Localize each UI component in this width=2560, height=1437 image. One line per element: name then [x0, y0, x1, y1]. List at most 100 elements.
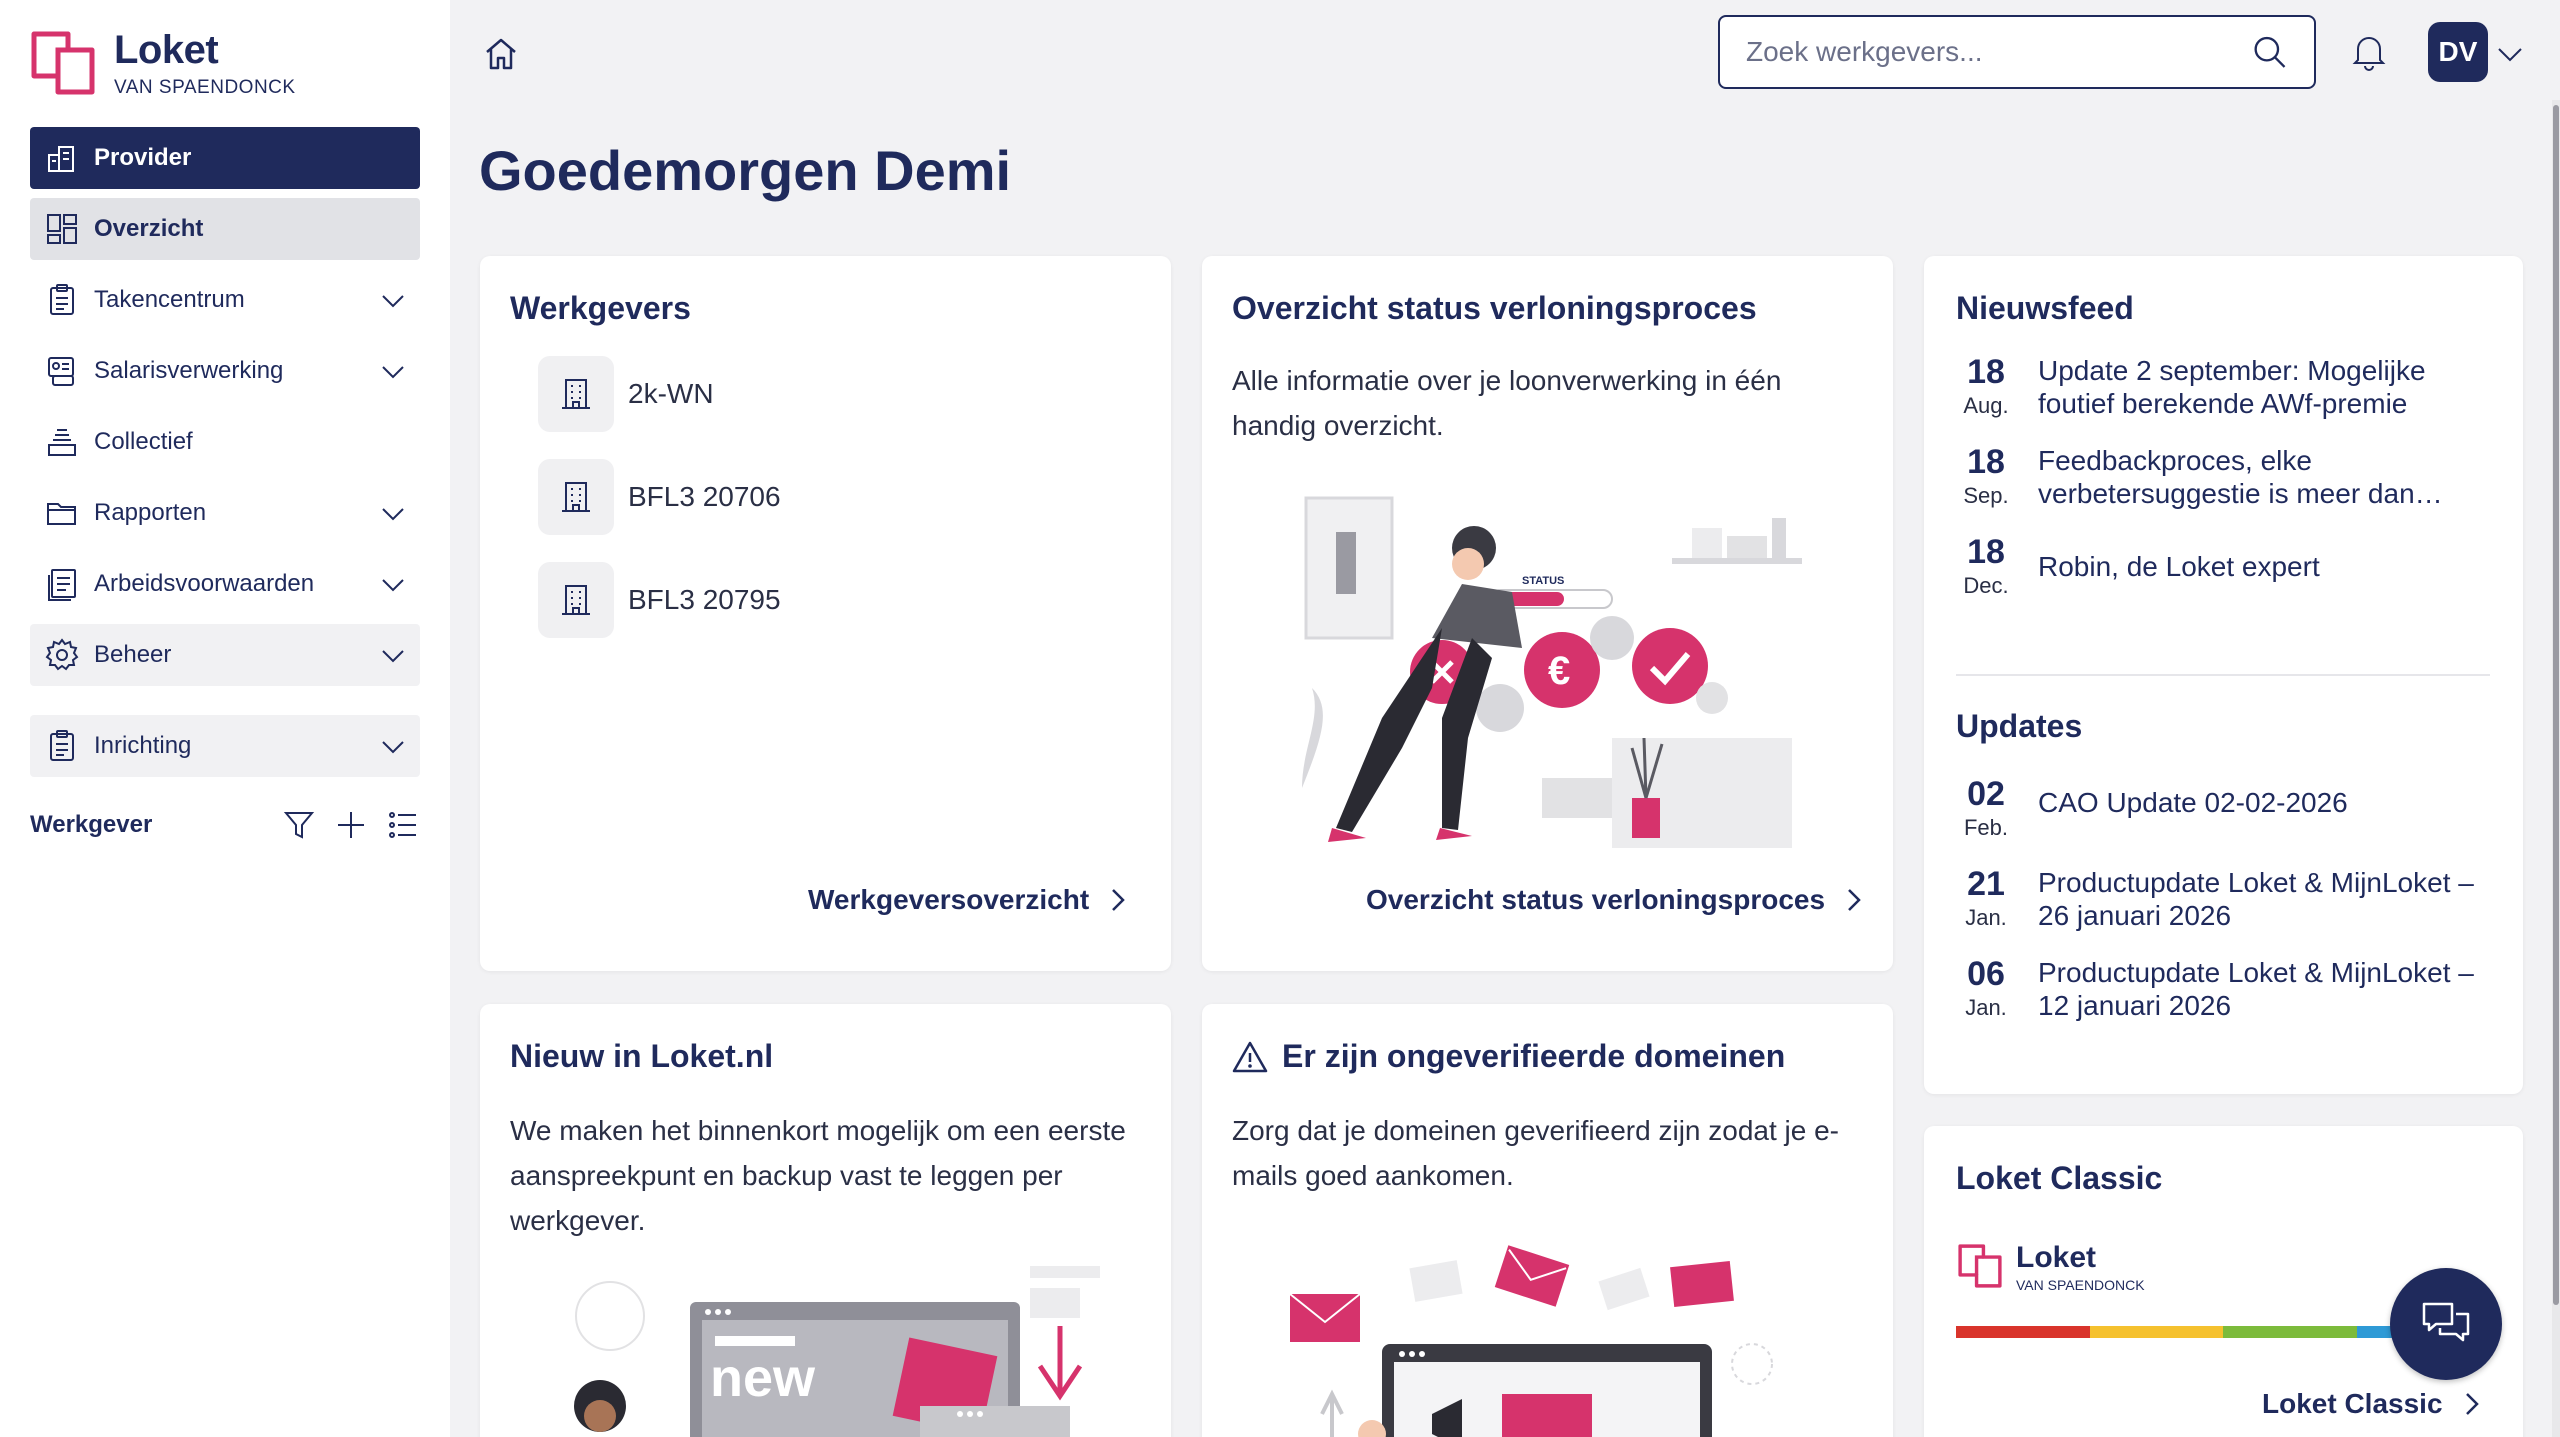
sidebar-item-label: Inrichting: [94, 732, 192, 759]
chevron-down-icon[interactable]: [2496, 40, 2524, 68]
nieuwsfeed-card: Nieuwsfeed 18 Aug. Update 2 september: Mo…: [1924, 256, 2523, 1094]
scrollbar-thumb[interactable]: [2553, 105, 2559, 1305]
sidebar-item-salarisverwerking[interactable]: Salarisverwerking: [30, 340, 420, 402]
nieuwsfeed-list: 18 Aug. Update 2 september: Mogelijke fou…: [1956, 354, 2496, 624]
section-title: Updates: [1956, 708, 2083, 744]
status-verloningsproces-link[interactable]: Overzicht status verloningsproces: [1366, 884, 1865, 916]
sidebar-item-label: Takencentrum: [94, 286, 245, 313]
werkgevers-card: Werkgevers 2k-WN BFL3 20706 BFL3 20795 W…: [480, 256, 1171, 971]
update-title: Productupdate Loket & MijnLoket – 12 jan…: [2038, 957, 2474, 1021]
card-title: Werkgevers: [510, 290, 691, 326]
chevron-down-icon[interactable]: [380, 572, 406, 598]
nav-divider: [30, 695, 420, 715]
brand-logo[interactable]: Loket VAN SPAENDONCK: [28, 28, 296, 100]
chevron-down-icon[interactable]: [380, 734, 406, 760]
update-day: 06: [1967, 955, 2005, 993]
werkgeversoverzicht-link[interactable]: Werkgeversoverzicht: [808, 884, 1129, 916]
sidebar-item-label: Beheer: [94, 641, 172, 668]
status-label: STATUS: [1522, 575, 1564, 587]
chevron-down-icon[interactable]: [380, 501, 406, 527]
stripe-red: [1956, 1326, 2090, 1338]
chevron-right-icon: [1848, 889, 1861, 911]
home-icon[interactable]: [481, 34, 521, 74]
page-title: Goedemorgen Demi: [479, 139, 1012, 202]
news-title: Feedbackproces, elke verbetersuggestie i…: [2038, 445, 2443, 509]
list-item[interactable]: 18 Aug. Update 2 september: Mogelijke fou…: [1956, 354, 2496, 422]
stripe-yellow: [2089, 1326, 2223, 1338]
link-label: Werkgeversoverzicht: [808, 884, 1090, 915]
bell-icon[interactable]: [2350, 32, 2388, 72]
card-title: Nieuw in Loket.nl: [510, 1038, 774, 1074]
sidebar-item-rapporten[interactable]: Rapporten: [30, 482, 420, 544]
sidebar-item-label: Provider: [94, 144, 192, 171]
update-title: CAO Update 02-02-2026: [2038, 787, 2348, 818]
list-item[interactable]: 18 Sep. Feedbackproces, elke verbetersugg…: [1956, 444, 2496, 512]
chevron-down-icon[interactable]: [380, 643, 406, 669]
werkgevers-list: 2k-WN BFL3 20706 BFL3 20795: [538, 356, 781, 665]
updates-list: 02 Feb. CAO Update 02-02-2026 21 Jan. Prod…: [1956, 776, 2496, 1046]
chevron-right-icon: [1112, 889, 1125, 911]
sidebar-item-collectief[interactable]: Collectief: [30, 411, 420, 473]
sidebar-item-label: Salarisverwerking: [94, 357, 284, 384]
office-building-icon: [538, 356, 614, 432]
chat-button[interactable]: [2390, 1268, 2502, 1380]
chevron-down-icon[interactable]: [380, 288, 406, 314]
sidebar-item-overzicht[interactable]: Overzicht: [30, 198, 420, 260]
user-avatar[interactable]: DV: [2428, 22, 2488, 82]
office-building-icon: [538, 459, 614, 535]
link-label: Loket Classic: [2262, 1388, 2443, 1419]
sidebar-item-provider[interactable]: Provider: [30, 127, 420, 189]
news-month: Sep.: [1963, 483, 2009, 508]
folder-icon: [44, 495, 80, 531]
search-icon[interactable]: [2251, 32, 2288, 72]
loket-logo-icon: [31, 31, 95, 95]
update-title: Productupdate Loket & MijnLoket – 26 jan…: [2038, 867, 2474, 931]
brand-title: Loket: [114, 28, 219, 72]
list-item[interactable]: 21 Jan. Productupdate Loket & MijnLoket –…: [1956, 866, 2496, 934]
list-item[interactable]: 2k-WN: [538, 356, 781, 432]
sidebar-item-inrichting[interactable]: Inrichting: [30, 715, 420, 777]
status-verloningsproces-card: Overzicht status verloningsproces Alle i…: [1202, 256, 1893, 971]
sidebar-item-label: Arbeidsvoorwaarden: [94, 570, 315, 597]
list-item[interactable]: 18 Dec. Robin, de Loket expert: [1956, 534, 2496, 602]
werkgever-name: BFL3 20706: [628, 481, 781, 512]
news-day: 18: [1967, 533, 2005, 571]
document-list-icon: [44, 566, 80, 602]
loket-classic-link[interactable]: Loket Classic: [2262, 1388, 2483, 1420]
chevron-down-icon[interactable]: [380, 359, 406, 385]
list-icon[interactable]: [386, 808, 420, 842]
werkgever-name: BFL3 20795: [628, 584, 781, 615]
search-input[interactable]: [1746, 36, 2251, 68]
list-item[interactable]: BFL3 20706: [538, 459, 781, 535]
chat-icon: [2422, 1302, 2470, 1342]
classic-logo-title: Loket: [2016, 1241, 2097, 1274]
warning-icon: [1232, 1041, 1268, 1072]
clipboard-icon: [44, 728, 80, 764]
nieuw-in-loket-card: Nieuw in Loket.nl We maken het binnenkor…: [480, 1004, 1171, 1437]
filter-icon[interactable]: [282, 808, 316, 842]
new-label: new: [710, 1348, 816, 1408]
list-item[interactable]: BFL3 20795: [538, 562, 781, 638]
classic-logo[interactable]: Loket VAN SPAENDONCK: [1956, 1242, 2145, 1294]
sidebar-item-beheer[interactable]: Beheer: [30, 624, 420, 686]
sidebar-item-arbeidsvoorwaarden[interactable]: Arbeidsvoorwaarden: [30, 553, 420, 615]
plus-icon[interactable]: [334, 808, 368, 842]
werkgever-label: Werkgever: [30, 811, 153, 838]
sidebar-item-takencentrum[interactable]: Takencentrum: [30, 269, 420, 331]
news-month: Aug.: [1963, 393, 2009, 418]
news-month: Dec.: [1963, 573, 2009, 598]
update-month: Feb.: [1963, 815, 2009, 840]
classic-logo-subtitle: VAN SPAENDONCK: [2016, 1277, 2145, 1293]
card-title: Er zijn ongeverifieerde domeinen: [1282, 1038, 1786, 1074]
sidebar: Loket VAN SPAENDONCK Provider Overzicht …: [0, 0, 450, 1437]
email-domain-illustration: [1289, 1245, 1773, 1437]
list-item[interactable]: 06 Jan. Productupdate Loket & MijnLoket –…: [1956, 956, 2496, 1024]
new-feature-illustration: new: [574, 1266, 1100, 1437]
werkgever-section-header: Werkgever: [30, 805, 420, 845]
update-day: 02: [1967, 775, 2005, 813]
list-item[interactable]: 02 Feb. CAO Update 02-02-2026: [1956, 776, 2496, 844]
search-box: [1718, 15, 2316, 89]
update-month: Jan.: [1965, 995, 2007, 1020]
card-description: Zorg dat je domeinen geverifieerd zijn z…: [1232, 1115, 1840, 1191]
domeinen-warning-card: Er zijn ongeverifieerde domeinen Zorg da…: [1202, 1004, 1893, 1437]
